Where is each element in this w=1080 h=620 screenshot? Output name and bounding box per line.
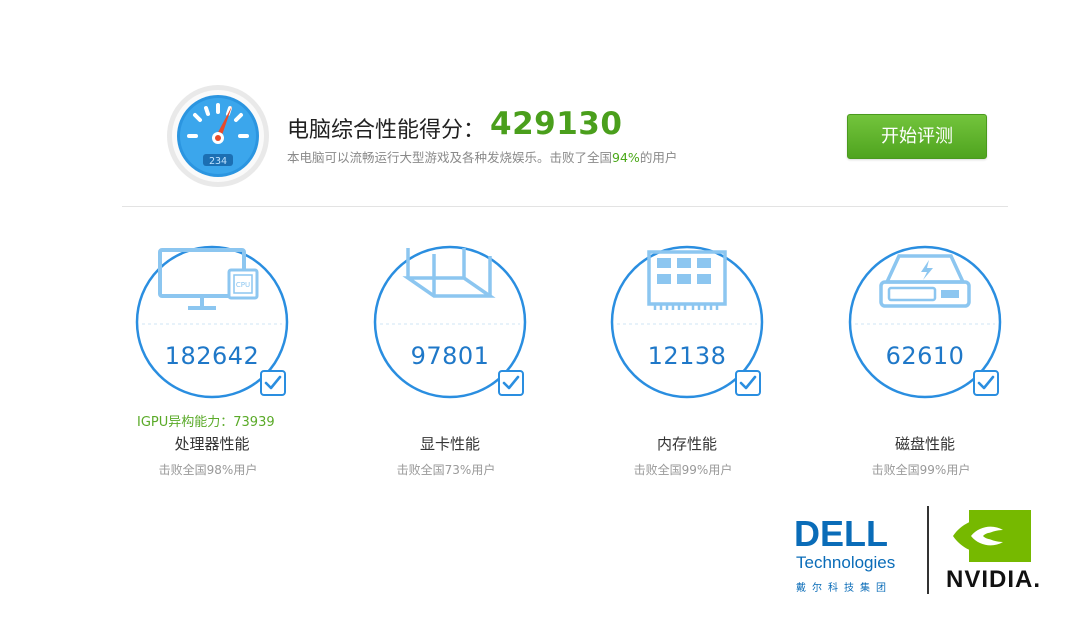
cpu-score: 182642	[164, 342, 260, 370]
gpu-beat-text: 击败全国73%用户	[396, 463, 496, 477]
score-subtitle-suffix: 的用户	[639, 150, 678, 165]
score-subtitle: 本电脑可以流畅运行大型游戏及各种发烧娱乐。击败了全国94%的用户	[287, 147, 677, 166]
disk-beat-text: 击败全国99%用户	[871, 463, 971, 477]
memory-label: 内存性能	[656, 435, 717, 453]
gpu-score: 97801	[410, 342, 490, 370]
logo-divider	[927, 506, 929, 594]
memory-check-icon	[735, 370, 761, 396]
overall-score: 429130	[490, 106, 623, 142]
section-divider	[122, 206, 1008, 207]
nvidia-eye-logo-icon	[953, 510, 1031, 562]
performance-gauge-icon: 234	[166, 84, 270, 188]
score-subtitle-percent: 94%	[612, 150, 640, 165]
disk-score: 62610	[885, 342, 965, 370]
dell-technologies-text: Technologies	[796, 553, 896, 572]
disk-check-icon	[973, 370, 999, 396]
memory-score: 12138	[647, 342, 727, 370]
svg-text:CPU: CPU	[236, 281, 250, 289]
start-benchmark-button[interactable]: 开始评测	[847, 114, 987, 159]
cpu-label: 处理器性能	[174, 435, 250, 453]
gpu-label: 显卡性能	[419, 435, 480, 453]
score-title: 电脑综合性能得分：	[287, 118, 486, 143]
gpu-score-card: 97801	[372, 244, 528, 400]
gpu-check-icon	[498, 370, 524, 396]
cpu-score-card: CPU 182642	[134, 244, 290, 400]
score-subtitle-prefix: 本电脑可以流畅运行大型游戏及各种发烧娱乐。击败了全国	[287, 150, 613, 165]
disk-score-card: 62610	[847, 244, 1003, 400]
dell-logo: DELL	[794, 513, 888, 554]
gauge-readout: 234	[209, 156, 227, 167]
cpu-check-icon	[260, 370, 286, 396]
igpu-score: IGPU异构能力：73939	[137, 415, 275, 430]
dell-chinese-text: 戴尔科技集团	[796, 583, 892, 594]
cpu-beat-text: 击败全国98%用户	[158, 463, 258, 477]
memory-beat-text: 击败全国99%用户	[633, 463, 733, 477]
disk-label: 磁盘性能	[894, 435, 955, 453]
nvidia-logo-text: NVIDIA.	[946, 566, 1042, 593]
memory-score-card: 12138	[609, 244, 765, 400]
